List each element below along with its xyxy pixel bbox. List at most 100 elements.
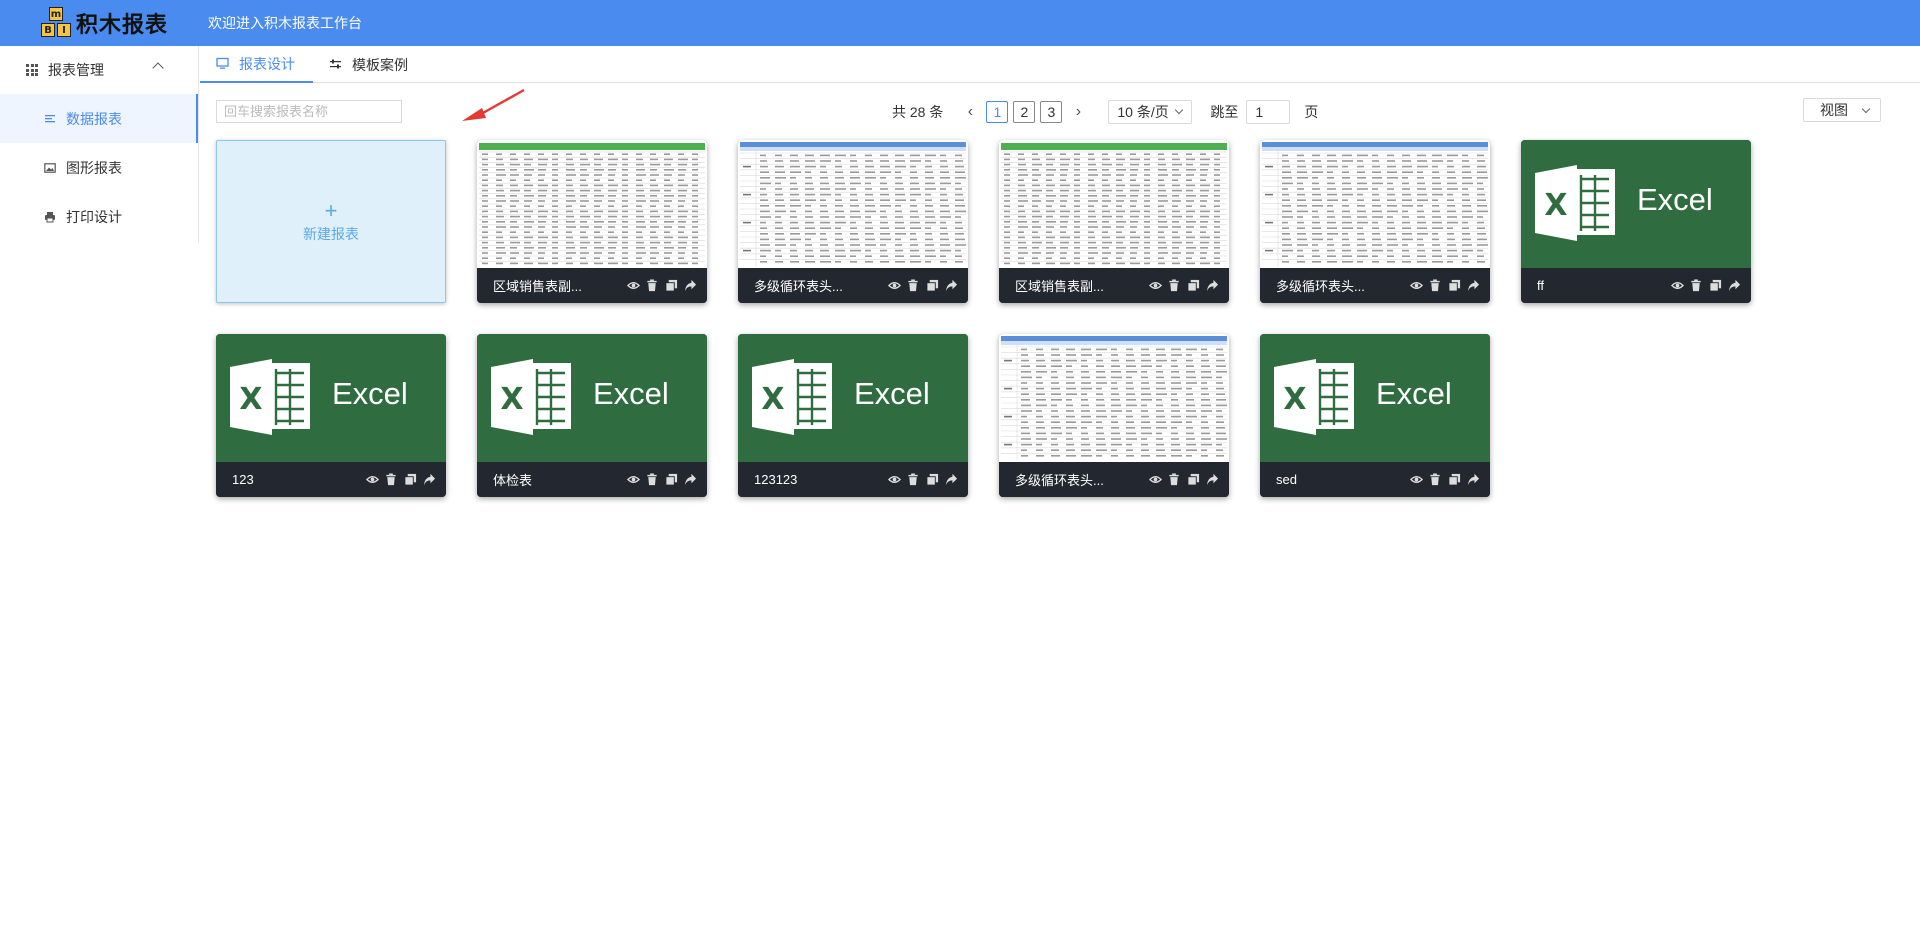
card-thumbnail[interactable]	[999, 140, 1229, 268]
copy-icon[interactable]	[664, 279, 678, 293]
eye-icon[interactable]	[365, 473, 379, 487]
top-header: m B I 积木报表 欢迎进入积木报表工作台	[0, 0, 1920, 46]
logo-text: 积木报表	[76, 13, 169, 38]
copy-icon[interactable]	[1186, 473, 1200, 487]
share-icon[interactable]	[1466, 473, 1480, 487]
eye-icon[interactable]	[1409, 473, 1423, 487]
card-thumbnail[interactable]: X Excel	[1260, 334, 1490, 462]
card-thumbnail[interactable]	[738, 140, 968, 268]
sidebar-item-print-design[interactable]: 打印设计	[0, 192, 198, 241]
card-thumbnail[interactable]: X Excel	[216, 334, 446, 462]
image-icon	[44, 162, 56, 173]
trash-icon[interactable]	[1689, 279, 1703, 293]
copy-icon[interactable]	[1447, 473, 1461, 487]
copy-icon[interactable]	[1447, 279, 1461, 293]
card-thumbnail[interactable]	[1260, 140, 1490, 268]
sidebar: 报表管理 数据报表 图形报表 打印设计	[0, 46, 199, 243]
copy-icon[interactable]	[1708, 279, 1722, 293]
sidebar-item-chart-report[interactable]: 图形报表	[0, 143, 198, 192]
card-thumbnail[interactable]	[999, 334, 1229, 462]
card-thumbnail[interactable]: X Excel	[1521, 140, 1751, 268]
share-icon[interactable]	[683, 473, 697, 487]
share-icon[interactable]	[422, 473, 436, 487]
jump-page-input[interactable]: 1	[1246, 100, 1291, 124]
page-size-select[interactable]: 10 条/页	[1108, 100, 1193, 124]
logo-blocks-icon: m B I	[40, 7, 72, 39]
excel-label: Excel	[1637, 182, 1713, 217]
sliders-icon	[330, 59, 341, 69]
trash-icon[interactable]	[384, 473, 398, 487]
report-card[interactable]: 区域销售表副...	[477, 140, 707, 303]
spreadsheet-thumbnail	[477, 140, 707, 268]
eye-icon[interactable]	[1409, 279, 1423, 293]
eye-icon[interactable]	[1148, 279, 1162, 293]
trash-icon[interactable]	[906, 473, 920, 487]
page-1-button[interactable]: 1	[986, 101, 1009, 123]
prev-page-icon[interactable]: ‹	[959, 103, 981, 121]
copy-icon[interactable]	[664, 473, 678, 487]
copy-icon[interactable]	[925, 473, 939, 487]
copy-icon[interactable]	[1186, 279, 1200, 293]
excel-thumbnail: X Excel	[1260, 334, 1490, 462]
card-thumbnail[interactable]	[477, 140, 707, 268]
share-icon[interactable]	[1205, 473, 1219, 487]
eye-icon[interactable]	[626, 279, 640, 293]
next-page-icon[interactable]: ›	[1067, 103, 1089, 121]
trash-icon[interactable]	[906, 279, 920, 293]
card-thumbnail[interactable]: X Excel	[477, 334, 707, 462]
copy-icon[interactable]	[403, 473, 417, 487]
card-footer: sed	[1260, 462, 1490, 497]
trash-icon[interactable]	[1167, 279, 1181, 293]
new-report-card[interactable]: + 新建报表	[216, 140, 446, 303]
view-select[interactable]: 视图	[1803, 98, 1881, 122]
card-title: 多级循环表头...	[1276, 279, 1365, 294]
eye-icon[interactable]	[626, 473, 640, 487]
trash-icon[interactable]	[645, 279, 659, 293]
app-logo[interactable]: m B I 积木报表	[40, 0, 168, 46]
report-card[interactable]: X Excel sed	[1260, 334, 1490, 497]
card-footer: 体检表	[477, 462, 707, 497]
trash-icon[interactable]	[1428, 279, 1442, 293]
share-icon[interactable]	[683, 279, 697, 293]
report-card[interactable]: X Excel ff	[1521, 140, 1751, 303]
share-icon[interactable]	[1466, 279, 1480, 293]
report-card[interactable]: 多级循环表头...	[999, 334, 1229, 497]
printer-icon	[45, 211, 55, 222]
eye-icon[interactable]	[887, 473, 901, 487]
share-icon[interactable]	[944, 473, 958, 487]
search-input[interactable]	[216, 100, 402, 123]
report-card[interactable]: 多级循环表头...	[1260, 140, 1490, 303]
eye-icon[interactable]	[1148, 473, 1162, 487]
logo-block-i: I	[57, 23, 71, 37]
share-icon[interactable]	[1205, 279, 1219, 293]
card-thumbnail[interactable]: X Excel	[738, 334, 968, 462]
report-card[interactable]: 多级循环表头...	[738, 140, 968, 303]
tab-report-design[interactable]: 报表设计	[200, 46, 313, 83]
tab-template-cases[interactable]: 模板案例	[313, 46, 426, 83]
trash-icon[interactable]	[1167, 473, 1181, 487]
sidebar-item-data-report[interactable]: 数据报表	[0, 94, 198, 143]
copy-icon[interactable]	[925, 279, 939, 293]
excel-thumbnail: X Excel	[738, 334, 968, 462]
excel-logo-letter: X	[1544, 188, 1567, 223]
report-card[interactable]: 区域销售表副...	[999, 140, 1229, 303]
page-2-button[interactable]: 2	[1013, 101, 1036, 123]
card-actions	[1409, 473, 1490, 487]
share-icon[interactable]	[1727, 279, 1741, 293]
trash-icon[interactable]	[645, 473, 659, 487]
share-icon[interactable]	[944, 279, 958, 293]
trash-icon[interactable]	[1428, 473, 1442, 487]
report-card[interactable]: X Excel 123123	[738, 334, 968, 497]
card-title: 区域销售表副...	[1015, 279, 1104, 294]
excel-thumbnail: X Excel	[1521, 140, 1751, 268]
report-card[interactable]: X Excel 123	[216, 334, 446, 497]
eye-icon[interactable]	[1670, 279, 1684, 293]
report-card[interactable]: X Excel 体检表	[477, 334, 707, 497]
logo-block-b: B	[41, 23, 55, 37]
card-footer: 多级循环表头...	[738, 268, 968, 303]
spreadsheet-thumbnail	[999, 140, 1229, 268]
excel-thumbnail: X Excel	[216, 334, 446, 462]
eye-icon[interactable]	[887, 279, 901, 293]
page-3-button[interactable]: 3	[1040, 101, 1063, 123]
sidebar-group-report-management[interactable]: 报表管理	[0, 46, 198, 94]
